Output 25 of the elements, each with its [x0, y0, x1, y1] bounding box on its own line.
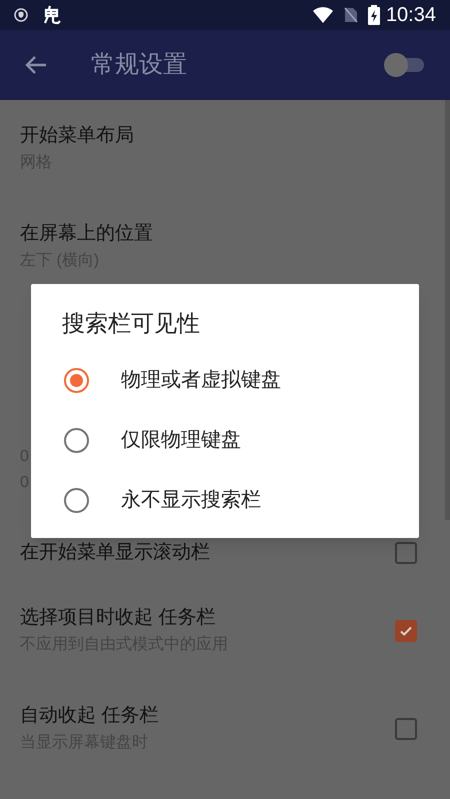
radio-button[interactable] — [64, 368, 89, 392]
page-title: 常规设置 — [91, 50, 188, 80]
setting-title: 在开始菜单显示滚动栏 — [20, 541, 211, 565]
toggle-switch[interactable] — [384, 53, 426, 77]
checkbox[interactable] — [395, 620, 417, 642]
battery-charging-icon — [368, 5, 380, 25]
no-sim-icon — [344, 7, 358, 23]
option-label[interactable]: 永不显示搜索栏 — [121, 485, 261, 515]
back-arrow-icon — [25, 55, 47, 75]
dialog-title: 搜索栏可见性 — [61, 309, 201, 338]
scrollbar[interactable] — [445, 100, 450, 520]
setting-title: 选择项目时收起 任务栏 — [20, 606, 216, 630]
setting-title: 开始菜单布局 — [20, 124, 135, 148]
clock-time: 10:34 — [386, 3, 436, 28]
app-notification-icon — [42, 5, 62, 25]
checkbox[interactable] — [395, 718, 417, 740]
shield-icon — [14, 8, 28, 22]
checkbox[interactable] — [395, 542, 417, 564]
radio-button[interactable] — [64, 488, 89, 512]
wifi-icon — [312, 7, 334, 23]
option-label[interactable]: 仅限物理键盘 — [121, 425, 241, 455]
setting-title: 自动收起 任务栏 — [20, 704, 160, 728]
radio-button[interactable] — [64, 428, 89, 452]
setting-title: 在屏幕上的位置 — [20, 222, 154, 246]
option-label[interactable]: 物理或者虚拟键盘 — [121, 365, 281, 395]
